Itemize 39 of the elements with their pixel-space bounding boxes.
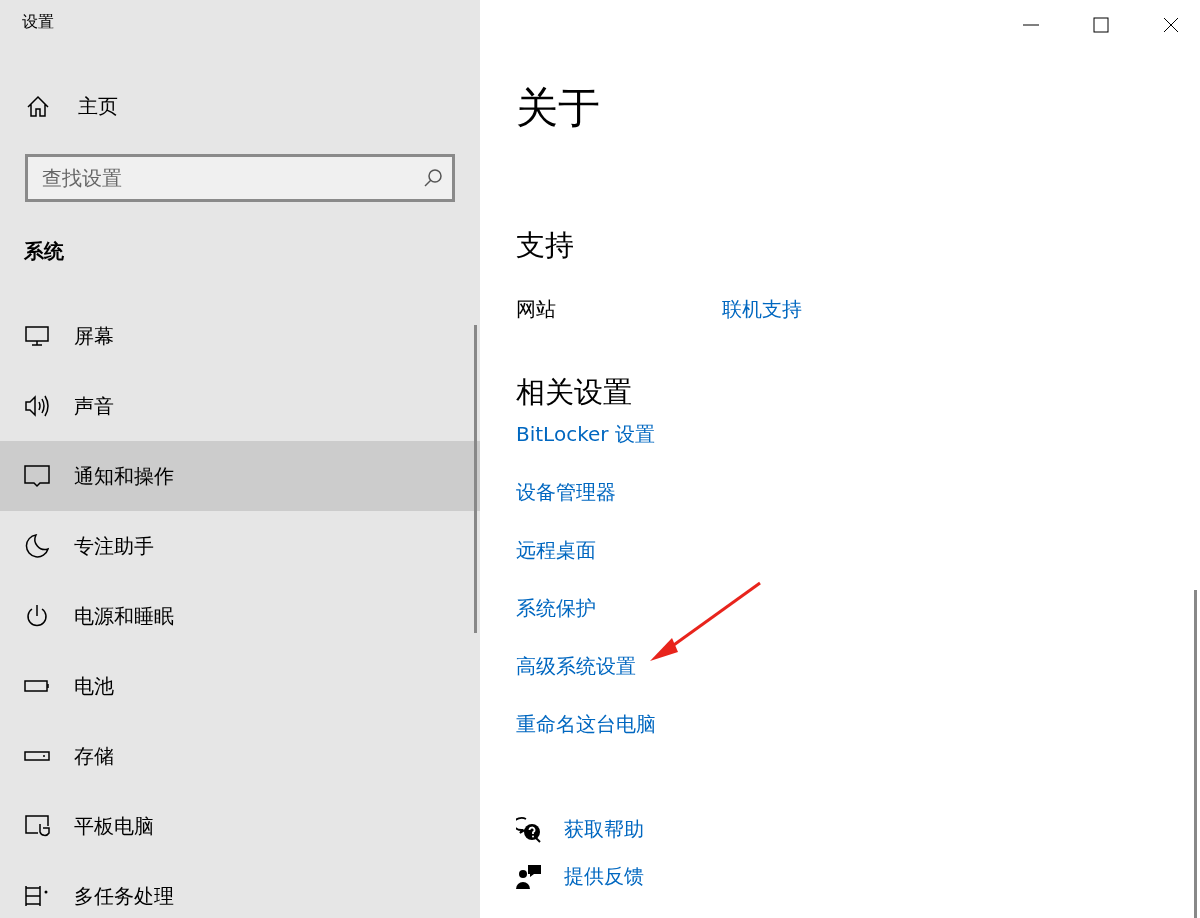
section-heading: 相关设置 xyxy=(516,374,632,411)
monitor-icon xyxy=(24,323,50,349)
search-field[interactable]: 查找设置 xyxy=(25,154,455,202)
home-icon xyxy=(26,94,50,119)
section-heading: 支持 xyxy=(516,227,574,264)
message-icon xyxy=(24,463,50,489)
settings-link[interactable]: 远程桌面 xyxy=(516,537,596,564)
help-link[interactable]: 获取帮助 xyxy=(564,816,644,843)
multitask-icon xyxy=(24,883,50,909)
nav-item[interactable]: 屏幕 xyxy=(0,301,480,371)
settings-link[interactable]: 设备管理器 xyxy=(516,479,616,506)
section-heading: 系统 xyxy=(24,238,64,265)
home-nav-item[interactable]: 主页 xyxy=(26,93,118,120)
nav-item[interactable]: 电源和睡眠 xyxy=(0,581,480,651)
search-icon xyxy=(423,168,443,188)
support-link[interactable]: 联机支持 xyxy=(722,296,802,323)
tablet-touch-icon xyxy=(24,813,50,839)
nav-item[interactable]: 通知和操作 xyxy=(0,441,480,511)
nav-item[interactable]: 专注助手 xyxy=(0,511,480,581)
nav-item[interactable]: 声音 xyxy=(0,371,480,441)
row-label: 网站 xyxy=(516,296,557,323)
moon-icon xyxy=(24,533,50,559)
nav-item[interactable]: 平板电脑 xyxy=(0,791,480,861)
help-chat-icon xyxy=(516,816,542,843)
speaker-icon xyxy=(24,393,50,419)
nav-item[interactable]: 存储 xyxy=(0,721,480,791)
settings-link[interactable]: BitLocker 设置 xyxy=(516,421,655,448)
page-title: 关于 xyxy=(516,82,600,134)
power-icon xyxy=(24,603,50,629)
feedback-person-icon xyxy=(516,863,542,890)
settings-link[interactable]: 系统保护 xyxy=(516,595,596,622)
window-title: 设置 xyxy=(22,12,54,33)
nav-item[interactable]: 多任务处理 xyxy=(0,861,480,918)
settings-link[interactable]: 重命名这台电脑 xyxy=(516,711,656,738)
scrollbar-thumb[interactable] xyxy=(1194,590,1197,918)
scrollbar-thumb[interactable] xyxy=(474,325,477,633)
help-link[interactable]: 提供反馈 xyxy=(564,863,644,890)
settings-link[interactable]: 高级系统设置 xyxy=(516,653,636,680)
nav-item[interactable]: 电池 xyxy=(0,651,480,721)
